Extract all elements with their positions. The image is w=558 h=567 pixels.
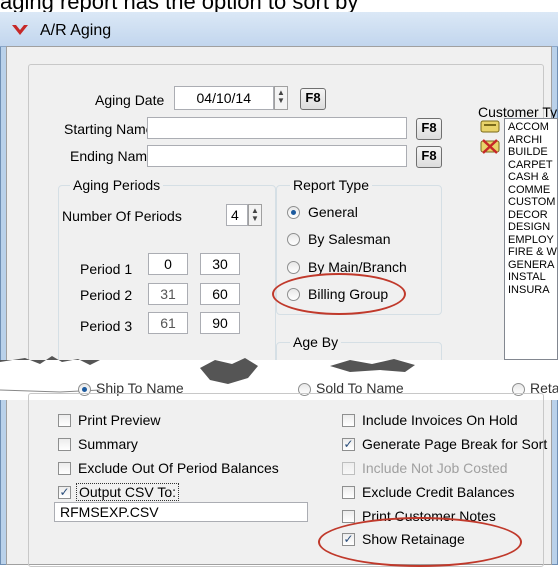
report-type-salesman-label: By Salesman bbox=[308, 231, 391, 247]
number-of-periods-spinner[interactable]: ▲ ▼ bbox=[248, 204, 262, 226]
page-break-label: Generate Page Break for Sort bbox=[362, 436, 548, 452]
period-1-to-field[interactable]: 30 bbox=[200, 253, 240, 275]
not-job-costed-label: Include Not Job Costed bbox=[362, 460, 508, 476]
starting-name-field[interactable] bbox=[147, 117, 407, 139]
list-item[interactable]: INSURA bbox=[508, 284, 557, 297]
list-item[interactable]: CARPET bbox=[508, 159, 557, 172]
exclude-credit-balances-label: Exclude Credit Balances bbox=[362, 484, 515, 500]
exclude-credit-balances-checkbox[interactable] bbox=[342, 486, 355, 499]
report-type-general-radio[interactable] bbox=[287, 206, 300, 219]
print-preview-label: Print Preview bbox=[78, 412, 161, 428]
aging-date-label: Aging Date bbox=[95, 92, 165, 108]
red-chevron-logo-icon bbox=[12, 25, 28, 35]
exclude-out-of-period-checkbox[interactable] bbox=[58, 462, 71, 475]
show-retainage-highlight-oval bbox=[318, 517, 522, 567]
csv-filename-field[interactable]: RFMSEXP.CSV bbox=[54, 502, 308, 522]
page-break-checkbox[interactable]: ✓ bbox=[342, 438, 355, 451]
list-item[interactable]: ARCHI bbox=[508, 134, 557, 147]
output-csv-checkbox[interactable]: ✓ bbox=[58, 486, 71, 499]
list-item[interactable]: COMME bbox=[508, 184, 557, 197]
output-csv-label: Output CSV To: bbox=[76, 483, 180, 501]
age-by-title: Age By bbox=[290, 334, 342, 350]
period-2-from-field[interactable]: 31 bbox=[148, 283, 188, 305]
number-of-periods-field[interactable]: 4 bbox=[226, 204, 248, 226]
list-item[interactable]: BUILDE bbox=[508, 146, 557, 159]
ending-name-field[interactable] bbox=[147, 145, 407, 167]
number-of-periods-label: Number Of Periods bbox=[62, 208, 182, 224]
list-item[interactable]: EMPLOY bbox=[508, 234, 557, 247]
billing-group-highlight-oval bbox=[272, 273, 406, 315]
print-preview-checkbox[interactable] bbox=[58, 414, 71, 427]
period-3-to-field[interactable]: 90 bbox=[200, 312, 240, 334]
aging-date-f8-button[interactable]: F8 bbox=[300, 88, 326, 110]
report-type-title: Report Type bbox=[290, 177, 373, 193]
report-type-main-branch-radio[interactable] bbox=[287, 261, 300, 274]
ending-name-f8-button[interactable]: F8 bbox=[416, 146, 442, 168]
list-item[interactable]: INSTAL bbox=[508, 271, 557, 284]
ending-name-label: Ending Name bbox=[70, 148, 155, 164]
list-item[interactable]: DECOR bbox=[508, 209, 557, 222]
list-item[interactable]: CASH & bbox=[508, 171, 557, 184]
include-invoices-on-hold-label: Include Invoices On Hold bbox=[362, 412, 518, 428]
aging-date-spinner[interactable]: ▲ ▼ bbox=[274, 86, 288, 110]
list-item[interactable]: ACCOM bbox=[508, 121, 557, 134]
period-3-label: Period 3 bbox=[80, 318, 133, 334]
report-type-general-label: General bbox=[308, 204, 358, 220]
summary-label: Summary bbox=[78, 436, 138, 452]
report-type-salesman-radio[interactable] bbox=[287, 233, 300, 246]
exclude-out-of-period-label: Exclude Out Of Period Balances bbox=[78, 460, 279, 476]
starting-name-label: Starting Name bbox=[64, 121, 154, 137]
period-2-to-field[interactable]: 60 bbox=[200, 283, 240, 305]
period-3-from-field[interactable]: 61 bbox=[148, 312, 188, 334]
not-job-costed-checkbox[interactable] bbox=[342, 462, 355, 475]
customer-type-list[interactable]: ACCOM ARCHI BUILDE CARPET CASH & COMME C… bbox=[504, 118, 558, 360]
aging-periods-title: Aging Periods bbox=[70, 177, 164, 193]
list-item[interactable]: DESIGN bbox=[508, 221, 557, 234]
list-item[interactable]: FIRE & W bbox=[508, 246, 557, 259]
select-all-icon[interactable] bbox=[480, 118, 500, 134]
summary-checkbox[interactable] bbox=[58, 438, 71, 451]
list-item[interactable]: CUSTOM bbox=[508, 196, 557, 209]
starting-name-f8-button[interactable]: F8 bbox=[416, 118, 442, 140]
list-item[interactable]: GENERA bbox=[508, 259, 557, 272]
aging-date-field[interactable]: 04/10/14 bbox=[174, 86, 274, 110]
include-invoices-on-hold-checkbox[interactable] bbox=[342, 414, 355, 427]
period-2-label: Period 2 bbox=[80, 287, 133, 303]
period-1-from-field[interactable]: 0 bbox=[148, 253, 188, 275]
window-title: A/R Aging bbox=[40, 22, 112, 39]
period-1-label: Period 1 bbox=[80, 261, 133, 277]
print-customer-notes-checkbox[interactable] bbox=[342, 510, 355, 523]
deselect-all-icon[interactable] bbox=[480, 138, 500, 154]
caption-text: aging report has the option to sort by bbox=[0, 0, 558, 12]
